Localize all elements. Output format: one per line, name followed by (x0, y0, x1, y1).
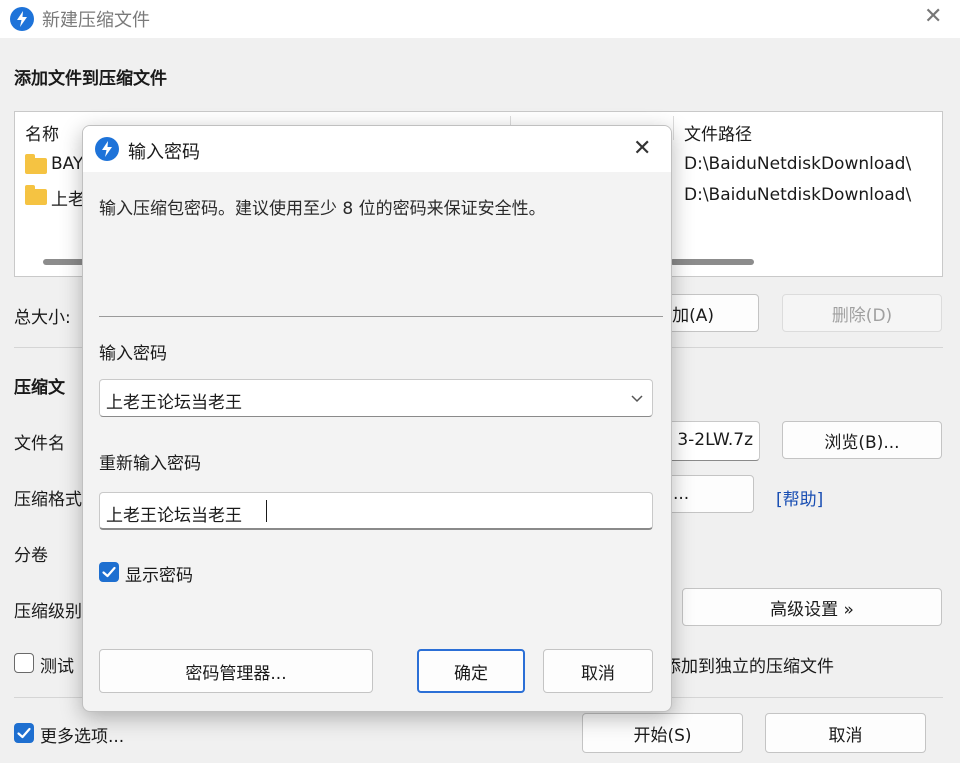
column-header-path[interactable]: 文件路径 (684, 120, 752, 145)
horizontal-scrollbar-thumb[interactable] (670, 259, 754, 265)
row-path: D:\BaiduNetdiskDownload\ (684, 185, 912, 205)
checkmark-icon (17, 727, 31, 739)
row-name: 上老 (51, 190, 85, 210)
dialog-instruction: 输入压缩包密码。建议使用至少 8 位的密码来保证安全性。 (99, 199, 546, 219)
app-logo-icon (95, 137, 119, 161)
dialog-titlebar: 输入密码 ✕ (83, 126, 671, 172)
total-size-label: 总大小: (14, 308, 71, 328)
window-titlebar: 新建压缩文件 ✕ (0, 0, 960, 38)
checkmark-icon (102, 566, 116, 578)
more-options-checkbox[interactable] (14, 723, 34, 743)
dialog-title: 输入密码 (128, 142, 200, 163)
reenter-password-value: 上老王论坛当老王 (106, 506, 242, 526)
help-link[interactable]: [帮助] (776, 485, 823, 510)
reenter-password-input[interactable]: 上老王论坛当老王 (99, 492, 653, 530)
password-dialog: 输入密码 ✕ 输入压缩包密码。建议使用至少 8 位的密码来保证安全性。 输入密码… (82, 125, 672, 712)
dialog-cancel-button[interactable]: 取消 (543, 649, 653, 693)
chevron-down-icon[interactable] (630, 390, 644, 409)
add-files-section-title: 添加文件到压缩文件 (14, 69, 167, 89)
password-label: 输入密码 (99, 344, 167, 364)
independent-archive-label: 添加到独立的压缩文件 (664, 657, 834, 677)
text-cursor (266, 500, 267, 522)
split-label: 分卷 (14, 546, 48, 566)
window-title: 新建压缩文件 (42, 10, 150, 31)
row-name: BAY (51, 154, 84, 174)
level-label: 压缩级别 (14, 602, 82, 622)
app-logo-icon (10, 7, 34, 31)
advanced-settings-button[interactable]: 高级设置 » (682, 588, 942, 626)
password-input[interactable]: 上老王论坛当老王 (99, 379, 653, 417)
dialog-close-icon[interactable]: ✕ (633, 136, 651, 161)
folder-icon (25, 154, 47, 174)
filename-value: 3-2LW.7z (677, 430, 753, 450)
divider (99, 316, 663, 317)
compress-section-label: 压缩文 (14, 378, 65, 398)
show-password-label[interactable]: 显示密码 (125, 561, 193, 586)
password-manager-button[interactable]: 密码管理器... (99, 649, 373, 693)
column-header-name[interactable]: 名称 (25, 120, 59, 145)
start-button[interactable]: 开始(S) (582, 713, 743, 753)
filename-label: 文件名 (14, 434, 65, 454)
test-checkbox[interactable] (14, 653, 34, 673)
folder-icon (25, 185, 47, 205)
show-password-checkbox[interactable] (99, 562, 119, 582)
reenter-password-label: 重新输入密码 (99, 454, 201, 474)
window-close-icon[interactable]: ✕ (924, 4, 942, 29)
format-label: 压缩格式 (14, 490, 82, 510)
delete-button[interactable]: 删除(D) (782, 294, 942, 332)
ok-button[interactable]: 确定 (417, 649, 525, 693)
cancel-button[interactable]: 取消 (765, 713, 926, 753)
row-path: D:\BaiduNetdiskDownload\ (684, 154, 912, 174)
browse-button[interactable]: 浏览(B)... (782, 421, 942, 459)
column-divider[interactable] (673, 116, 674, 140)
password-value: 上老王论坛当老王 (106, 393, 242, 413)
test-checkbox-label: 测试 (40, 657, 74, 677)
more-options-label[interactable]: 更多选项... (40, 722, 124, 747)
